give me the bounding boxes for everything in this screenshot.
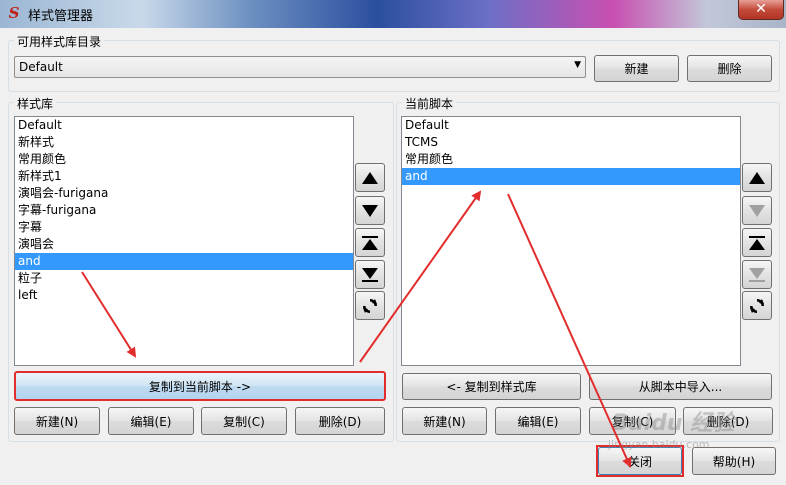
- script-sort-button[interactable]: [742, 291, 772, 320]
- move-to-bottom-icon: [749, 267, 765, 282]
- style-library-list[interactable]: Default 新样式 常用颜色 新样式1 演唱会-furigana 字幕-furigan…: [14, 116, 354, 366]
- triangle-up-icon: [362, 171, 378, 184]
- library-style-delete-button[interactable]: 删除(D): [295, 407, 385, 435]
- import-from-script-button[interactable]: 从脚本中导入...: [589, 373, 772, 400]
- app-logo-icon: S: [8, 4, 20, 22]
- style-library-label: 样式库: [14, 95, 57, 112]
- library-move-bottom-button[interactable]: [355, 260, 385, 289]
- script-move-up-button[interactable]: [742, 163, 772, 192]
- list-item[interactable]: 新样式: [15, 134, 353, 151]
- list-item[interactable]: and: [402, 168, 740, 185]
- move-to-bottom-icon: [362, 267, 378, 282]
- title-bar: S 样式管理器 ✕: [0, 0, 786, 28]
- list-item[interactable]: 演唱会-furigana: [15, 185, 353, 202]
- window-close-button[interactable]: ✕: [738, 0, 784, 20]
- triangle-down-icon: [749, 204, 765, 217]
- list-item[interactable]: 字幕: [15, 219, 353, 236]
- list-item[interactable]: 演唱会: [15, 236, 353, 253]
- list-item[interactable]: 常用颜色: [15, 151, 353, 168]
- list-item[interactable]: 粒子: [15, 270, 353, 287]
- watermark-url: jingyan.baidu.com: [608, 438, 710, 451]
- library-move-top-button[interactable]: [355, 228, 385, 257]
- list-item[interactable]: Default: [15, 117, 353, 134]
- library-delete-button[interactable]: 删除: [687, 55, 772, 82]
- chevron-down-icon: ▼: [574, 60, 581, 70]
- list-item[interactable]: Default: [402, 117, 740, 134]
- script-move-bottom-button[interactable]: [742, 260, 772, 289]
- library-style-new-button[interactable]: 新建(N): [14, 407, 100, 435]
- copy-to-script-button[interactable]: 复制到当前脚本 ->: [14, 371, 386, 401]
- list-item[interactable]: and: [15, 253, 353, 270]
- move-to-top-icon: [362, 235, 378, 250]
- list-item[interactable]: TCMS: [402, 134, 740, 151]
- list-item[interactable]: 新样式1: [15, 168, 353, 185]
- triangle-down-icon: [362, 204, 378, 217]
- library-style-edit-button[interactable]: 编辑(E): [108, 407, 194, 435]
- refresh-icon: [750, 298, 764, 313]
- script-move-down-button[interactable]: [742, 196, 772, 225]
- library-move-up-button[interactable]: [355, 163, 385, 192]
- library-style-copy-button[interactable]: 复制(C): [201, 407, 287, 435]
- refresh-icon: [363, 298, 377, 313]
- library-dir-value: Default: [19, 60, 63, 74]
- move-to-top-icon: [749, 235, 765, 250]
- watermark-text: Baidu 经验: [612, 411, 735, 436]
- script-style-edit-button[interactable]: 编辑(E): [495, 407, 581, 435]
- library-new-button[interactable]: 新建: [594, 55, 679, 82]
- help-button[interactable]: 帮助(H): [692, 447, 776, 475]
- list-item[interactable]: 常用颜色: [402, 151, 740, 168]
- script-move-top-button[interactable]: [742, 228, 772, 257]
- current-script-list[interactable]: Default TCMS 常用颜色 and: [401, 116, 741, 366]
- script-style-new-button[interactable]: 新建(N): [402, 407, 487, 435]
- list-item[interactable]: left: [15, 287, 353, 304]
- triangle-up-icon: [749, 171, 765, 184]
- window-title: 样式管理器: [28, 9, 94, 24]
- library-dir-label: 可用样式库目录: [14, 33, 105, 50]
- current-script-label: 当前脚本: [402, 95, 457, 112]
- copy-to-library-button[interactable]: <- 复制到样式库: [402, 373, 581, 400]
- library-move-down-button[interactable]: [355, 196, 385, 225]
- library-sort-button[interactable]: [355, 291, 385, 320]
- list-item[interactable]: 字幕-furigana: [15, 202, 353, 219]
- library-dir-select[interactable]: Default ▼: [14, 56, 586, 78]
